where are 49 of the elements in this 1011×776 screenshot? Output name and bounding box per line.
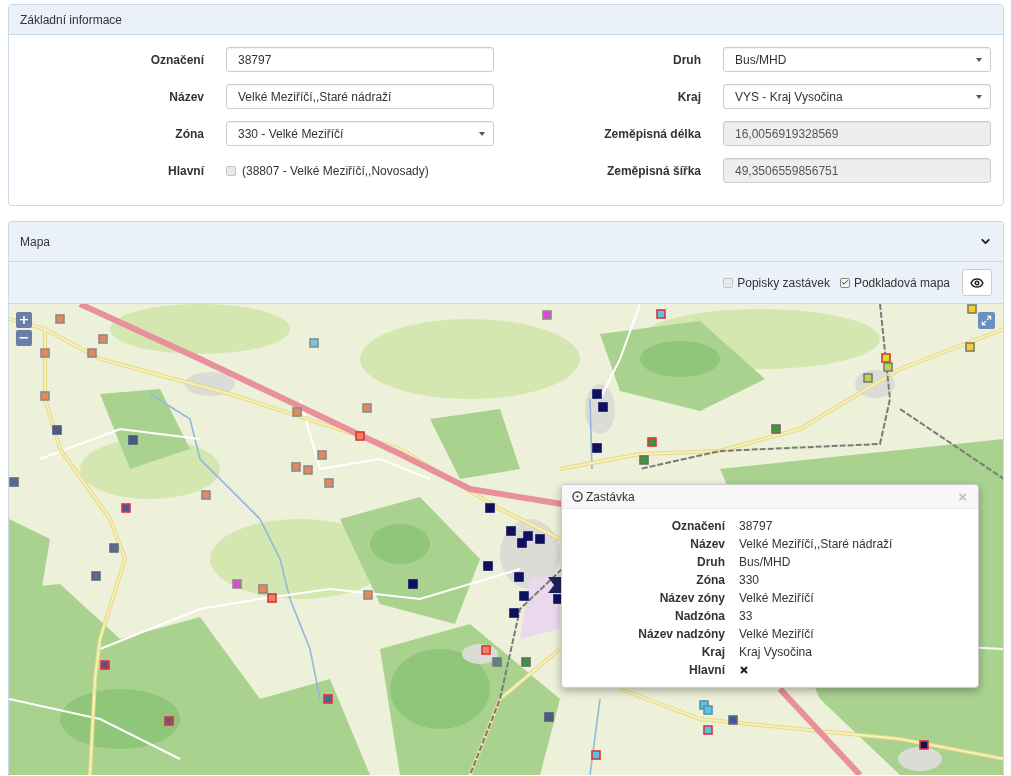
field-label: Hlavní xyxy=(167,163,204,178)
popup-title: Zastávka xyxy=(586,489,635,504)
detail-label: Označení xyxy=(670,519,725,533)
detail-label: Druh xyxy=(696,555,725,569)
main-stop-text: (38807 - Velké Meziříčí,,Novosady) xyxy=(242,163,429,178)
detail-label: Název nadzóny xyxy=(637,627,725,641)
target-icon xyxy=(572,491,583,502)
panel-title: Základní informace xyxy=(20,12,123,27)
detail-value: Velké Meziříčí,,Staré nádraží xyxy=(739,537,894,551)
detail-value: Velké Meziříčí xyxy=(739,591,815,605)
detail-label: Nadzóna xyxy=(674,609,725,623)
detail-label: Název xyxy=(689,537,725,551)
detail-value: 38797 xyxy=(739,519,774,533)
eye-icon xyxy=(970,275,984,290)
field-label: Zeměpisná šířka xyxy=(605,163,701,178)
checkbox-label[interactable]: Podkladová mapa xyxy=(853,275,950,290)
expand-arrows-icon xyxy=(981,315,992,326)
detail-label: Hlavní xyxy=(688,663,725,677)
caret-icon xyxy=(976,57,982,62)
detail-value: 33 xyxy=(739,609,754,623)
field-label: Označení xyxy=(149,52,204,67)
field-label: Zeměpisná délka xyxy=(603,126,701,141)
fullscreen-button[interactable] xyxy=(978,312,995,329)
checkbox[interactable] xyxy=(839,277,850,288)
select-field[interactable]: 330 - Velké Meziříčí xyxy=(226,121,494,146)
detail-value: 330 xyxy=(739,573,761,587)
detail-label: Název zóny xyxy=(658,591,725,605)
text-input[interactable]: Velké Meziříčí,,Staré nádraží xyxy=(226,84,494,109)
detail-label: Kraj xyxy=(700,645,725,659)
detail-label: Zóna xyxy=(695,573,725,587)
visibility-button[interactable] xyxy=(962,269,992,296)
detail-value: Bus/MHD xyxy=(739,555,792,569)
zoom-out-button[interactable]: − xyxy=(16,330,32,346)
zoom-in-button[interactable]: + xyxy=(16,312,32,328)
select-field[interactable]: VYS - Kraj Vysočina xyxy=(723,84,991,109)
checkbox-label[interactable]: Popisky zastávek xyxy=(737,275,830,290)
caret-icon xyxy=(479,131,485,136)
field-label: Zóna xyxy=(174,126,204,141)
detail-value: Velké Meziříčí xyxy=(739,627,815,641)
panel-title: Mapa xyxy=(20,234,51,249)
field-label: Název xyxy=(168,89,204,104)
text-input[interactable]: 38797 xyxy=(226,47,494,72)
field-label: Druh xyxy=(672,52,701,67)
checkbox[interactable] xyxy=(226,165,236,176)
caret-icon xyxy=(976,94,982,99)
checkbox[interactable] xyxy=(723,277,734,288)
select-field[interactable]: Bus/MHD xyxy=(723,47,991,72)
detail-value: Kraj Vysočina xyxy=(739,645,813,659)
field-label: Kraj xyxy=(676,89,701,104)
